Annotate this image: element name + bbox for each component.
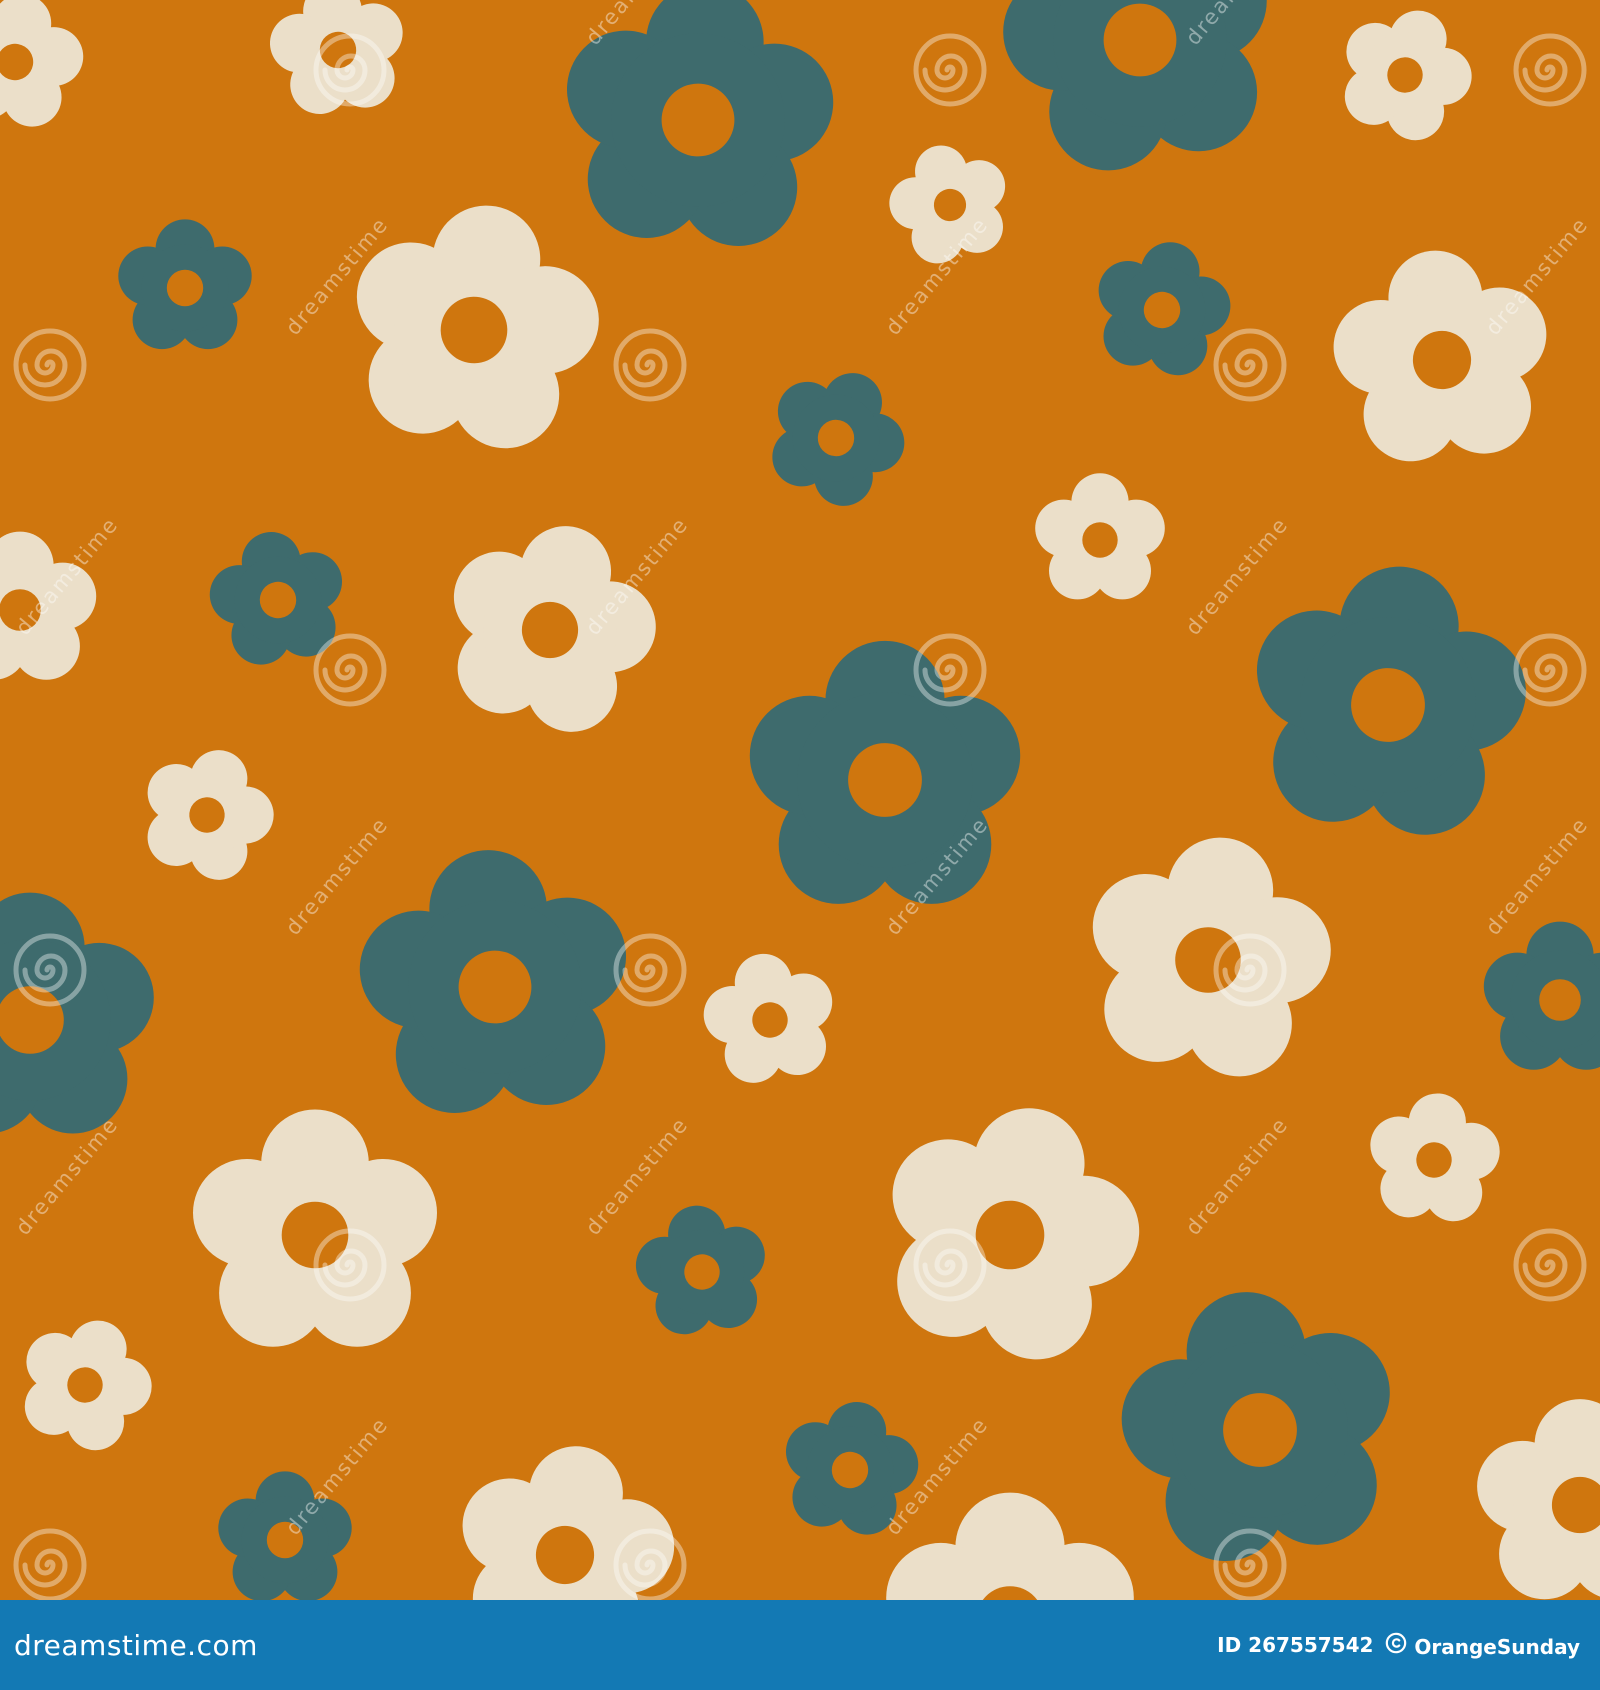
flower-center: [281, 1201, 349, 1269]
floral-pattern-image: dreamstime dreamstime dreamstime dreamstime…: [0, 0, 1600, 1690]
copyright-icon: [1386, 1632, 1407, 1653]
flower-center: [0, 589, 41, 631]
author: OrangeSunday: [1385, 1632, 1580, 1659]
credit-meta: ID 267557542 OrangeSunday: [1217, 1632, 1580, 1659]
flower-center: [848, 743, 922, 817]
flower-center: [266, 1521, 304, 1559]
credit-bar: dreamstime.com ID 267557542 OrangeSunday: [0, 1600, 1600, 1690]
author-name: OrangeSunday: [1414, 1634, 1580, 1659]
image-id: ID 267557542: [1217, 1633, 1374, 1657]
flower-center: [166, 269, 204, 307]
flower-center: [1082, 522, 1118, 558]
flower-center: [1539, 979, 1581, 1021]
flower-pattern: [0, 0, 1600, 1600]
site-name: dreamstime.com: [14, 1628, 258, 1662]
